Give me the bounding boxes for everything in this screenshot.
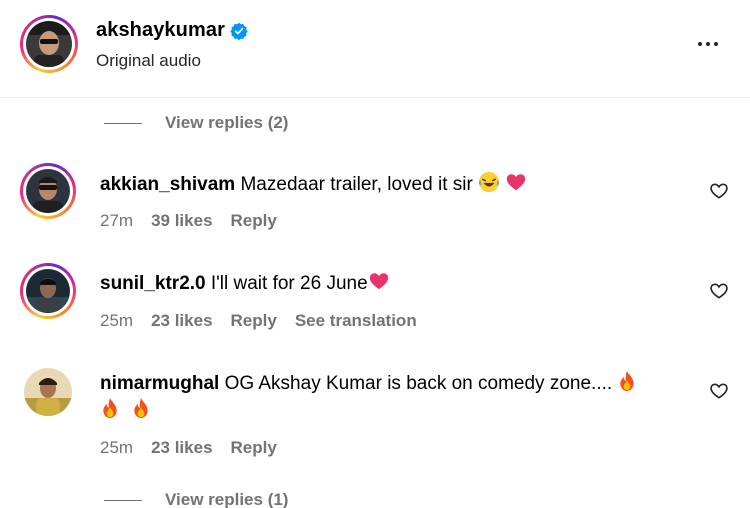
comment-body: akkian_shivam Mazedaar trailer, loved it… [100,171,527,198]
heart-emoji-icon [507,174,526,191]
verified-badge-icon [230,22,248,40]
comment-meta: 25m 23 likes Reply [100,438,277,458]
comment-text: I'll wait for 26 June [210,273,368,294]
replies-divider-line [104,123,142,124]
comment-username[interactable]: nimarmughal [100,373,219,394]
view-replies-button[interactable]: View replies (1) [165,490,288,508]
like-heart-icon[interactable] [709,181,729,201]
like-heart-icon[interactable] [709,281,729,301]
comment-text: Mazedaar trailer, loved it sir [240,174,473,195]
comment-text: OG Akshay Kumar is back on comedy zone..… [224,373,613,394]
comment-username[interactable]: sunil_ktr2.0 [100,273,206,294]
commenter-avatar[interactable] [24,368,72,416]
author-avatar[interactable] [20,15,78,73]
heart-emoji-icon [369,273,388,290]
author-avatar-image [26,21,72,67]
see-translation-button[interactable]: See translation [295,311,417,331]
comment-meta: 25m 23 likes Reply See translation [100,311,417,331]
commenter-avatar-image [24,368,72,416]
comment-username[interactable]: akkian_shivam [100,174,235,195]
post-audio-label[interactable]: Original audio [96,51,201,71]
post-header: akshaykumar Original audio [0,0,750,98]
comment-body: sunil_ktr2.0 I'll wait for 26 June [100,270,390,297]
fire-emoji-icon [103,398,117,418]
reply-button[interactable]: Reply [231,438,277,458]
author-username[interactable]: akshaykumar [96,19,225,42]
comment-meta: 27m 39 likes Reply [100,211,277,231]
commenter-avatar[interactable] [20,163,76,219]
commenter-avatar-image [26,269,70,313]
like-heart-icon[interactable] [709,381,729,401]
reply-button[interactable]: Reply [231,211,277,231]
replies-divider-line [104,500,142,501]
comment-timestamp[interactable]: 27m [100,211,133,231]
commenter-avatar[interactable] [20,263,76,319]
comment-timestamp[interactable]: 25m [100,438,133,458]
commenter-avatar-image [26,169,70,213]
comment-timestamp[interactable]: 25m [100,311,133,331]
reply-button[interactable]: Reply [231,311,277,331]
more-options-icon[interactable] [694,34,722,54]
fire-emoji-icon [620,371,635,391]
comment-likes[interactable]: 23 likes [151,311,212,331]
view-replies-button[interactable]: View replies (2) [165,113,288,133]
comment-likes[interactable]: 23 likes [151,438,212,458]
fire-emoji-icon [133,398,148,418]
laughing-emoji-icon [479,171,500,193]
comment-likes[interactable]: 39 likes [151,211,212,231]
comment-body: nimarmughal OG Akshay Kumar is back on c… [100,370,690,424]
